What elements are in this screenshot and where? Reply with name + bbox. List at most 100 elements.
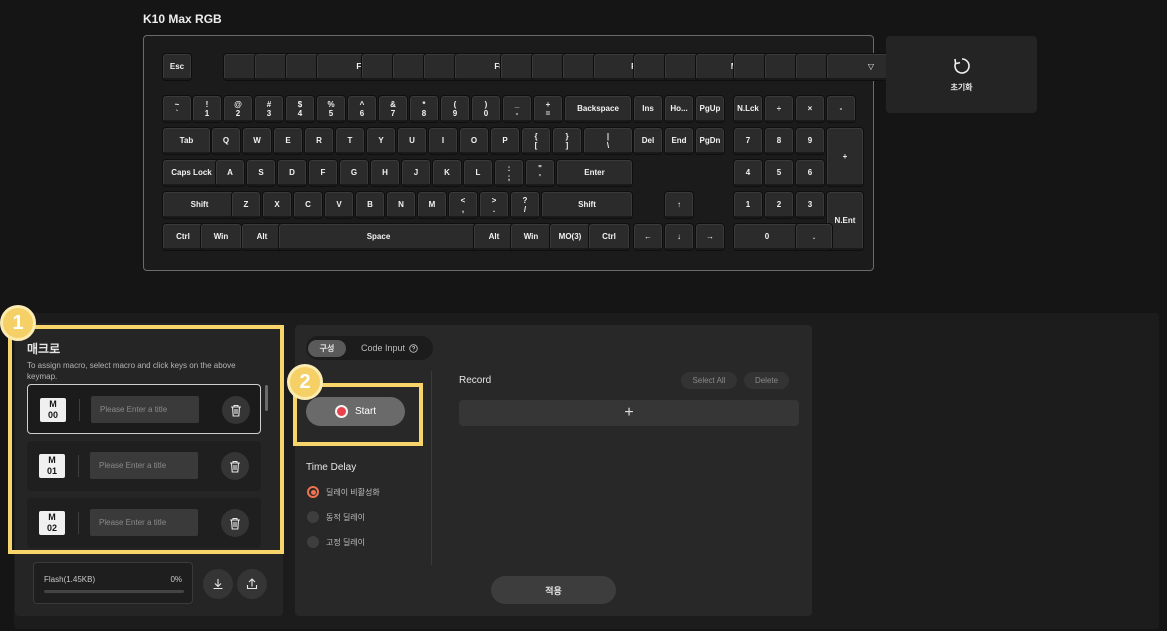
keyboard-key[interactable]: | \ [584,128,632,154]
keyboard-key[interactable]: M [418,192,446,218]
keyboard-key[interactable]: Alt [474,224,514,250]
keyboard-key[interactable]: X [263,192,291,218]
keyboard-key[interactable]: W [243,128,271,154]
keyboard-key[interactable]: { [ [522,128,550,154]
keyboard-key[interactable]: ↓ [665,224,693,250]
keyboard-key[interactable]: " ' [526,160,554,186]
add-record-button[interactable]: + [459,400,799,426]
upload-button[interactable] [237,569,267,599]
keyboard-key[interactable]: Alt [242,224,282,250]
keyboard-key[interactable]: O [460,128,488,154]
keyboard-key[interactable]: ? / [511,192,539,218]
keyboard-key[interactable]: Z [232,192,260,218]
keyboard-key[interactable]: Del [634,128,662,154]
keyboard-key[interactable]: E [274,128,302,154]
apply-button[interactable]: 적용 [491,576,616,604]
keyboard-key[interactable]: 4 [734,160,762,186]
keyboard-key[interactable]: ← [634,224,662,250]
keyboard-key[interactable]: MO(3) [550,224,590,250]
keyboard-key[interactable]: > . [480,192,508,218]
keyboard-key[interactable]: @ 2 [224,96,252,122]
keyboard-key[interactable]: Win [201,224,241,250]
keyboard-key[interactable]: 5 [765,160,793,186]
keyboard-key[interactable]: 6 [796,160,824,186]
keyboard-key[interactable]: Esc [163,54,191,80]
keyboard-key[interactable]: + = [534,96,562,122]
keyboard-key[interactable]: B [356,192,384,218]
keyboard-key[interactable]: Caps Lock [163,160,220,186]
keyboard-key[interactable]: : ; [495,160,523,186]
keyboard-key[interactable]: → [696,224,724,250]
keyboard-key[interactable]: $ 4 [286,96,314,122]
keyboard-key[interactable]: ↑ [665,192,693,218]
keyboard-key[interactable]: R [305,128,333,154]
keyboard-key[interactable]: T [336,128,364,154]
tab-config[interactable]: 구성 [308,340,346,357]
keyboard-key[interactable]: L [464,160,492,186]
tab-code-input[interactable]: Code Input [361,343,418,353]
keyboard-key[interactable]: A [216,160,244,186]
keyboard-key[interactable]: 1 [734,192,762,218]
keyboard-key[interactable]: ÷ [765,96,793,122]
keyboard-key[interactable]: + [827,128,863,186]
keyboard-key[interactable]: Y [367,128,395,154]
keyboard-key[interactable]: 3 [796,192,824,218]
delay-option-fixed[interactable]: 고정 딜레이 [307,536,365,548]
keyboard-key[interactable]: K [433,160,461,186]
keyboard-key[interactable]: × [796,96,824,122]
keyboard-key[interactable]: Q [212,128,240,154]
delay-option-disabled[interactable]: 딜레이 비활성화 [307,486,380,498]
keyboard-key[interactable]: Backspace [565,96,631,122]
keyboard-key[interactable]: * 8 [410,96,438,122]
keyboard-key[interactable]: PgDn [696,128,724,154]
keyboard-key[interactable]: H [371,160,399,186]
keyboard-key[interactable]: 0 [734,224,800,250]
keyboard-key[interactable]: V [325,192,353,218]
keyboard-key[interactable]: ( 9 [441,96,469,122]
select-all-button[interactable]: Select All [681,372,737,389]
keyboard-key[interactable]: Ho... [665,96,693,122]
keyboard-key[interactable]: 8 [765,128,793,154]
keyboard-key[interactable]: ~ ` [163,96,191,122]
keyboard-key[interactable]: N [387,192,415,218]
keyboard-key[interactable]: C [294,192,322,218]
keyboard-key[interactable]: _ - [503,96,531,122]
keyboard-key[interactable]: End [665,128,693,154]
keyboard-key[interactable]: Win [511,224,551,250]
keyboard-key[interactable]: Tab [163,128,210,154]
keyboard-key[interactable]: J [402,160,430,186]
keyboard-key[interactable]: } ] [553,128,581,154]
keyboard-key[interactable]: ! 1 [193,96,221,122]
keyboard-key[interactable]: # 3 [255,96,283,122]
keyboard-key[interactable]: Shift [163,192,236,218]
keyboard-key[interactable]: 2 [765,192,793,218]
keyboard-key[interactable]: Space [279,224,478,250]
keyboard-key[interactable]: G [340,160,368,186]
keyboard-key[interactable]: U [398,128,426,154]
keyboard-key[interactable]: Ctrl [589,224,629,250]
keyboard-key[interactable]: F [309,160,337,186]
keyboard-key[interactable]: % 5 [317,96,345,122]
delay-option-dynamic[interactable]: 동적 딜레이 [307,511,365,523]
keyboard-key[interactable]: N.Ent [827,192,863,250]
keyboard-key[interactable]: ^ 6 [348,96,376,122]
download-button[interactable] [203,569,233,599]
keyboard-key[interactable]: 9 [796,128,824,154]
keyboard-key[interactable]: S [247,160,275,186]
keyboard-key[interactable]: Ctrl [163,224,203,250]
keyboard-key[interactable]: Shift [542,192,632,218]
keyboard-key[interactable]: < , [449,192,477,218]
keyboard-key[interactable]: . [796,224,832,250]
keyboard-key[interactable]: ) 0 [472,96,500,122]
keyboard-key[interactable]: & 7 [379,96,407,122]
keyboard-key[interactable]: - [827,96,855,122]
keyboard-key[interactable]: Ins [634,96,662,122]
delete-button[interactable]: Delete [744,372,789,389]
keyboard-key[interactable]: N.Lck [734,96,762,122]
keyboard-key[interactable]: I [429,128,457,154]
keyboard-key[interactable]: Enter [557,160,632,186]
keyboard-key[interactable]: P [491,128,519,154]
keyboard-key[interactable]: D [278,160,306,186]
keyboard-key[interactable]: PgUp [696,96,724,122]
keyboard-key[interactable]: 7 [734,128,762,154]
